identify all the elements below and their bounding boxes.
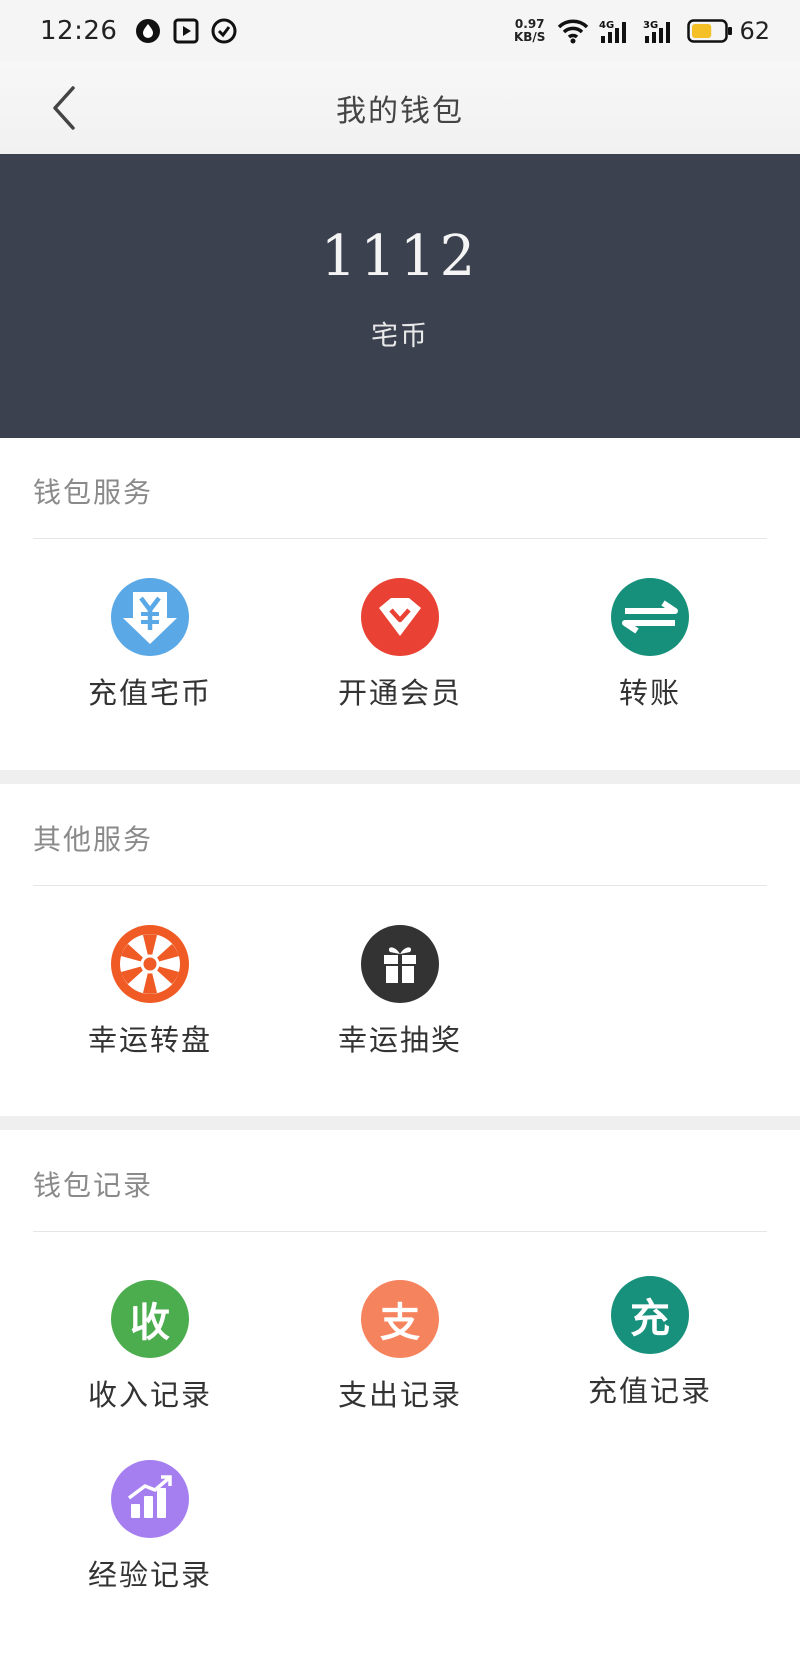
section-divider — [33, 538, 767, 539]
yen-download-icon — [111, 578, 189, 656]
item-label: 支出记录 — [337, 1378, 462, 1412]
lucky-wheel-icon — [111, 925, 189, 1003]
app-notification-icon — [135, 18, 161, 44]
page-title: 我的钱包 — [336, 94, 464, 129]
cell-signal-4g-icon: 4G — [599, 18, 633, 44]
experience-chart-icon — [111, 1460, 189, 1538]
network-speed-unit: KB/S — [513, 30, 546, 44]
income-icon: 收 — [111, 1280, 189, 1358]
transfer-button[interactable]: 转账 — [540, 578, 760, 728]
recharge-records-button[interactable]: 充 充值记录 — [540, 1276, 760, 1426]
wifi-icon — [557, 18, 589, 44]
battery-icon — [687, 19, 733, 43]
income-icon-char: 收 — [130, 1300, 170, 1346]
balance-unit: 宅币 — [371, 321, 429, 352]
section-title: 钱包记录 — [33, 1169, 154, 1202]
item-label: 幸运抽奖 — [337, 1023, 462, 1057]
lucky-draw-button[interactable]: 幸运抽奖 — [290, 925, 510, 1075]
expense-icon: 支 — [361, 1280, 439, 1358]
item-label: 转账 — [618, 676, 681, 710]
open-membership-button[interactable]: 开通会员 — [290, 578, 510, 728]
recharge-coins-button[interactable]: 充值宅币 — [40, 578, 260, 728]
expense-icon-char: 支 — [380, 1300, 420, 1346]
check-circle-icon — [211, 18, 237, 44]
section-title: 钱包服务 — [33, 476, 154, 509]
section-gap — [0, 770, 800, 784]
balance-header: 1112 宅币 — [0, 154, 800, 438]
wallet-services-section: 钱包服务 充值宅币 开通会员 转账 — [0, 438, 800, 770]
experience-records-button[interactable]: 经验记录 — [40, 1460, 260, 1610]
network-speed: 0.97 KB/S — [514, 18, 545, 44]
lucky-wheel-button[interactable]: 幸运转盘 — [40, 925, 260, 1075]
battery-level: 62 — [739, 17, 770, 45]
item-label: 经验记录 — [87, 1558, 212, 1592]
nav-bar: 我的钱包 — [0, 62, 800, 154]
item-label: 收入记录 — [87, 1378, 212, 1412]
gift-icon — [361, 925, 439, 1003]
item-label: 充值宅币 — [87, 676, 212, 710]
section-title: 其他服务 — [33, 823, 154, 856]
recharge-record-icon: 充 — [611, 1276, 689, 1354]
signal-3g-label: 3G — [643, 20, 658, 31]
signal-4g-label: 4G — [599, 20, 614, 31]
other-services-section: 其他服务 幸运转盘 幸运抽奖 — [0, 784, 800, 1116]
recharge-icon-char: 充 — [630, 1296, 670, 1342]
vip-diamond-icon — [361, 578, 439, 656]
wallet-records-section: 钱包记录 收 收入记录 支 支出记录 充 充值记录 经验记录 — [0, 1130, 800, 1653]
item-label: 充值记录 — [587, 1374, 712, 1408]
expense-records-button[interactable]: 支 支出记录 — [290, 1280, 510, 1430]
balance-amount: 1112 — [320, 224, 480, 289]
media-play-icon — [173, 18, 199, 44]
section-gap — [0, 1116, 800, 1130]
section-divider — [33, 885, 767, 886]
cell-signal-3g-icon: 3G — [643, 18, 677, 44]
item-label: 开通会员 — [337, 676, 462, 710]
transfer-arrows-icon — [611, 578, 689, 656]
income-records-button[interactable]: 收 收入记录 — [40, 1280, 260, 1430]
back-button[interactable] — [44, 82, 84, 134]
item-label: 幸运转盘 — [87, 1023, 212, 1057]
status-bar: 12:26 0.97 KB/S 4G 3G 62 — [0, 0, 800, 62]
chevron-left-icon — [53, 86, 75, 130]
section-divider — [33, 1231, 767, 1232]
status-time: 12:26 — [40, 16, 118, 46]
